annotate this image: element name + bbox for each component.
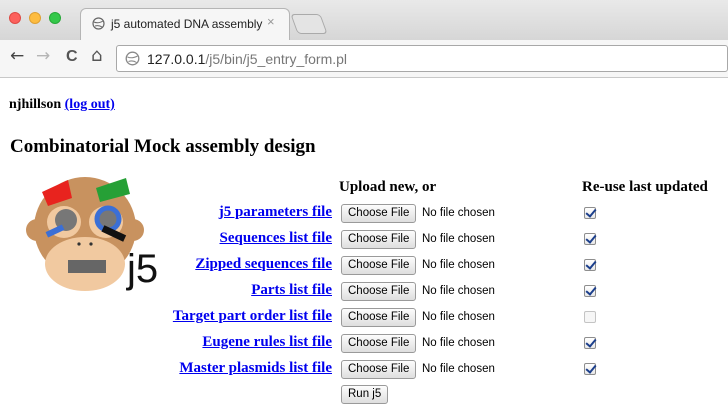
upload-column-header: Upload new, or <box>339 179 437 195</box>
choose-file-button[interactable]: Choose File <box>341 308 417 327</box>
url-host: 127.0.0.1 <box>147 51 206 67</box>
file-status: No file chosen <box>422 363 495 375</box>
username: njhillson <box>9 97 62 112</box>
close-window-button[interactable] <box>9 12 21 24</box>
file-status: No file chosen <box>422 285 495 297</box>
reuse-checkbox[interactable] <box>584 311 596 323</box>
tab-strip: j5 automated DNA assembly × <box>0 0 728 40</box>
browser-tab[interactable]: j5 automated DNA assembly × <box>80 8 290 40</box>
target-part-order-list-file-link[interactable]: Target part order list file <box>173 308 332 325</box>
choose-file-button[interactable]: Choose File <box>341 204 417 223</box>
j5-parameters-file-link[interactable]: j5 parameters file <box>219 204 332 221</box>
file-row-parts-list: Parts list file Choose File No file chos… <box>0 280 728 306</box>
choose-file-button[interactable]: Choose File <box>341 230 417 249</box>
file-row-eugene-rules: Eugene rules list file Choose File No fi… <box>0 332 728 358</box>
new-tab-button[interactable] <box>290 14 328 34</box>
zipped-sequences-file-link[interactable]: Zipped sequences file <box>195 256 332 273</box>
browser-toolbar: ← → C ⌂ 127.0.0.1/j5/bin/j5_entry_form.p… <box>0 40 728 78</box>
reuse-checkbox[interactable] <box>584 363 596 375</box>
close-tab-icon[interactable]: × <box>267 14 275 29</box>
choose-file-button[interactable]: Choose File <box>341 360 417 379</box>
choose-file-button[interactable]: Choose File <box>341 256 417 275</box>
run-j5-button[interactable]: Run j5 <box>341 385 389 404</box>
user-line: njhillson (log out) <box>9 97 115 113</box>
reload-icon[interactable]: C <box>66 48 78 66</box>
file-status: No file chosen <box>422 259 495 271</box>
file-status: No file chosen <box>422 311 495 323</box>
home-icon[interactable]: ⌂ <box>91 45 102 66</box>
reuse-checkbox[interactable] <box>584 285 596 297</box>
address-bar[interactable]: 127.0.0.1/j5/bin/j5_entry_form.pl <box>116 45 728 72</box>
back-arrow-icon[interactable]: ← <box>10 46 24 66</box>
reuse-checkbox[interactable] <box>584 233 596 245</box>
url-text: 127.0.0.1/j5/bin/j5_entry_form.pl <box>147 51 347 67</box>
file-status: No file chosen <box>422 207 495 219</box>
file-status: No file chosen <box>422 233 495 245</box>
page-title: Combinatorial Mock assembly design <box>10 136 316 157</box>
file-row-target-part-order: Target part order list file Choose File … <box>0 306 728 332</box>
minimize-window-button[interactable] <box>29 12 41 24</box>
file-row-sequences-list: Sequences list file Choose File No file … <box>0 228 728 254</box>
file-row-zipped-sequences: Zipped sequences file Choose File No fil… <box>0 254 728 280</box>
eugene-rules-list-file-link[interactable]: Eugene rules list file <box>202 334 332 351</box>
file-status: No file chosen <box>422 337 495 349</box>
choose-file-button[interactable]: Choose File <box>341 282 417 301</box>
zoom-window-button[interactable] <box>49 12 61 24</box>
forward-arrow-icon[interactable]: → <box>36 46 50 66</box>
url-path: /j5/bin/j5_entry_form.pl <box>205 51 348 67</box>
file-row-j5-parameters: j5 parameters file Choose File No file c… <box>0 202 728 228</box>
sequences-list-file-link[interactable]: Sequences list file <box>220 230 333 247</box>
reuse-column-header: Re-use last updated <box>582 179 708 195</box>
logout-link[interactable]: (log out) <box>65 97 115 112</box>
reuse-checkbox[interactable] <box>584 337 596 349</box>
parts-list-file-link[interactable]: Parts list file <box>251 282 332 299</box>
master-plasmids-list-file-link[interactable]: Master plasmids list file <box>179 360 332 377</box>
file-row-master-plasmids: Master plasmids list file Choose File No… <box>0 358 728 384</box>
choose-file-button[interactable]: Choose File <box>341 334 417 353</box>
site-info-icon <box>125 51 140 66</box>
reuse-checkbox[interactable] <box>584 207 596 219</box>
reuse-checkbox[interactable] <box>584 259 596 271</box>
tab-title: j5 automated DNA assembly <box>111 17 263 31</box>
globe-icon <box>92 17 105 30</box>
